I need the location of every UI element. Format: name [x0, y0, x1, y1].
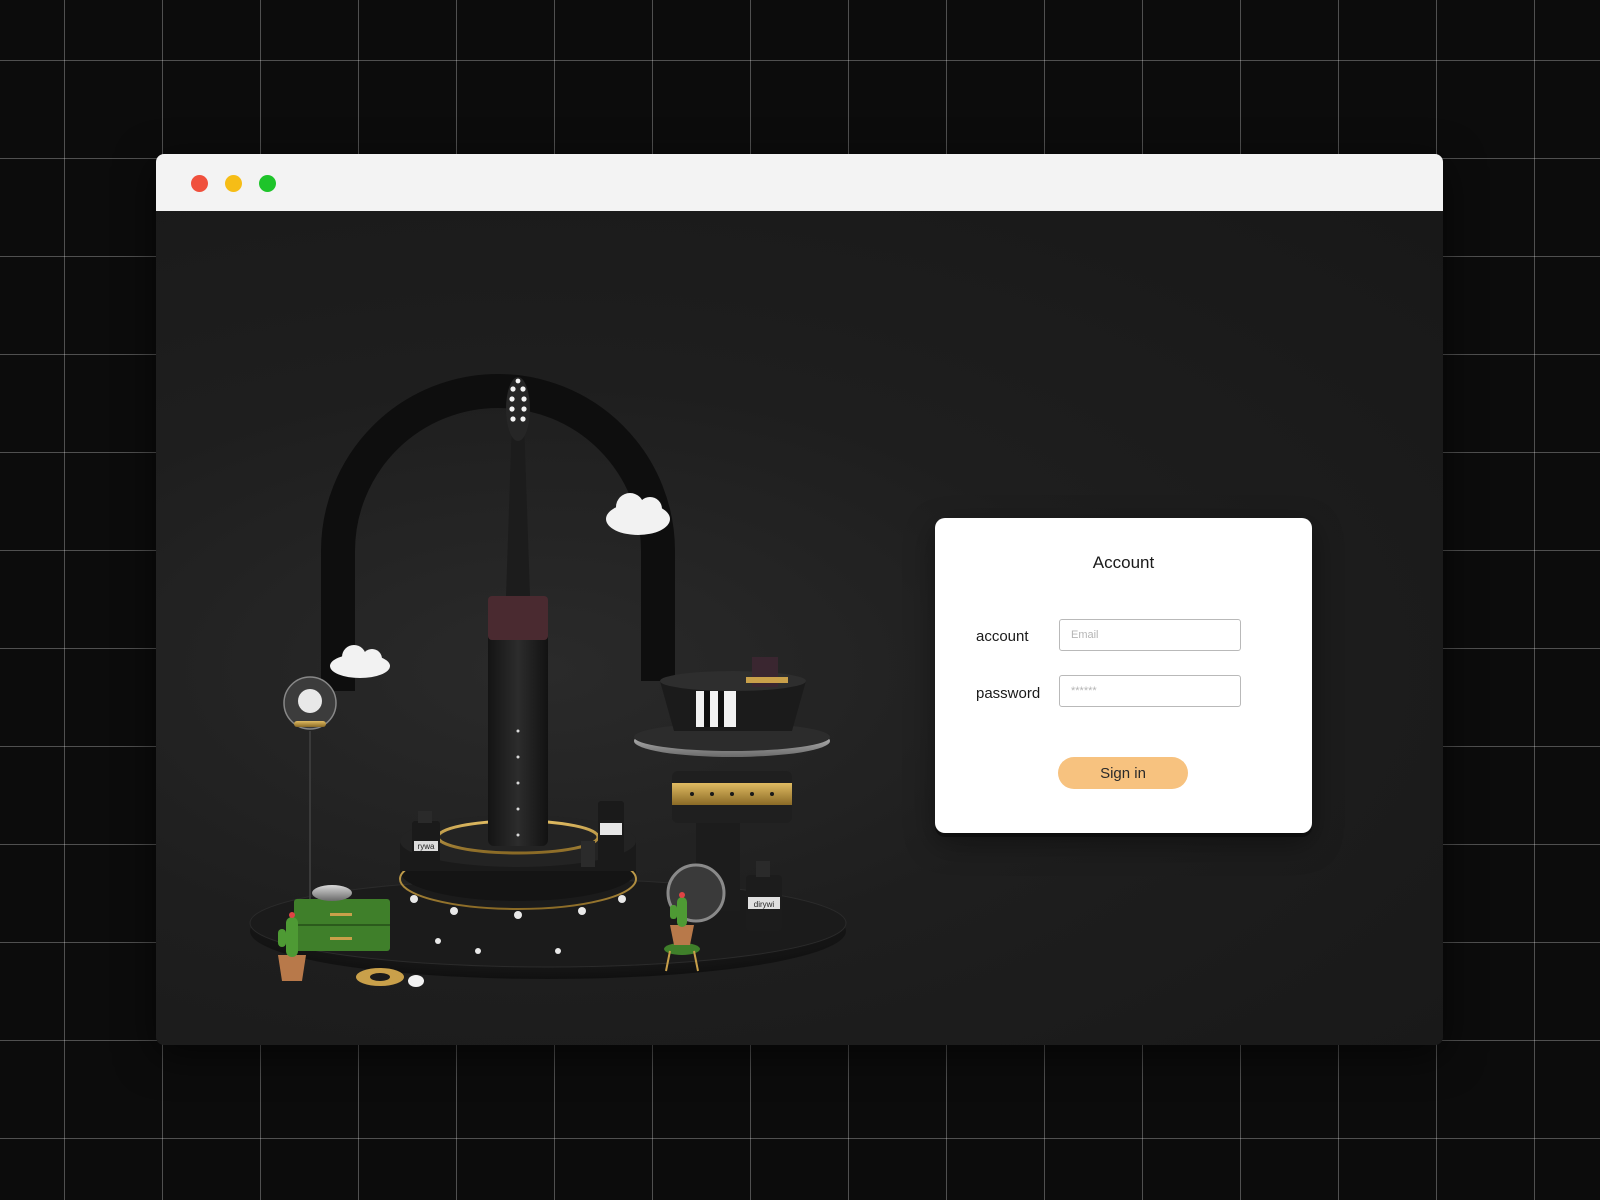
- password-input[interactable]: [1059, 675, 1241, 707]
- account-label: account: [976, 628, 1029, 645]
- swim-ring: [356, 968, 404, 986]
- rubber-duck: [408, 975, 424, 987]
- password-label: password: [976, 685, 1041, 702]
- striped-cup: [696, 691, 736, 727]
- small-jar: [581, 841, 595, 867]
- orb-lamp: [283, 676, 337, 901]
- email-input[interactable]: [1059, 619, 1241, 651]
- toothbrush-illustration: rywa dirywi: [249, 374, 847, 987]
- grid-background: rywa dirywi Account account Email passwo…: [0, 0, 1600, 1200]
- bottle-right: dirywi: [746, 861, 782, 931]
- bottle-label-right: dirywi: [754, 900, 775, 909]
- toothbrush: [488, 377, 548, 846]
- signin-button[interactable]: Sign in: [1058, 757, 1188, 789]
- browser-window: rywa dirywi Account account Email passwo…: [156, 154, 1443, 1045]
- minimize-window-button[interactable]: [225, 175, 242, 192]
- login-title: Account: [1092, 553, 1155, 572]
- close-window-button[interactable]: [191, 175, 208, 192]
- window-titlebar: [156, 154, 1443, 211]
- page-content: rywa dirywi Account account Email passwo…: [156, 211, 1443, 1045]
- bottle-center: [598, 801, 624, 863]
- maximize-window-button[interactable]: [259, 175, 276, 192]
- bottle-label-left: rywa: [418, 842, 435, 851]
- login-card: Account account password Sign in: [935, 518, 1312, 833]
- bottle-left: rywa: [412, 811, 440, 869]
- tower-stand: [634, 657, 830, 911]
